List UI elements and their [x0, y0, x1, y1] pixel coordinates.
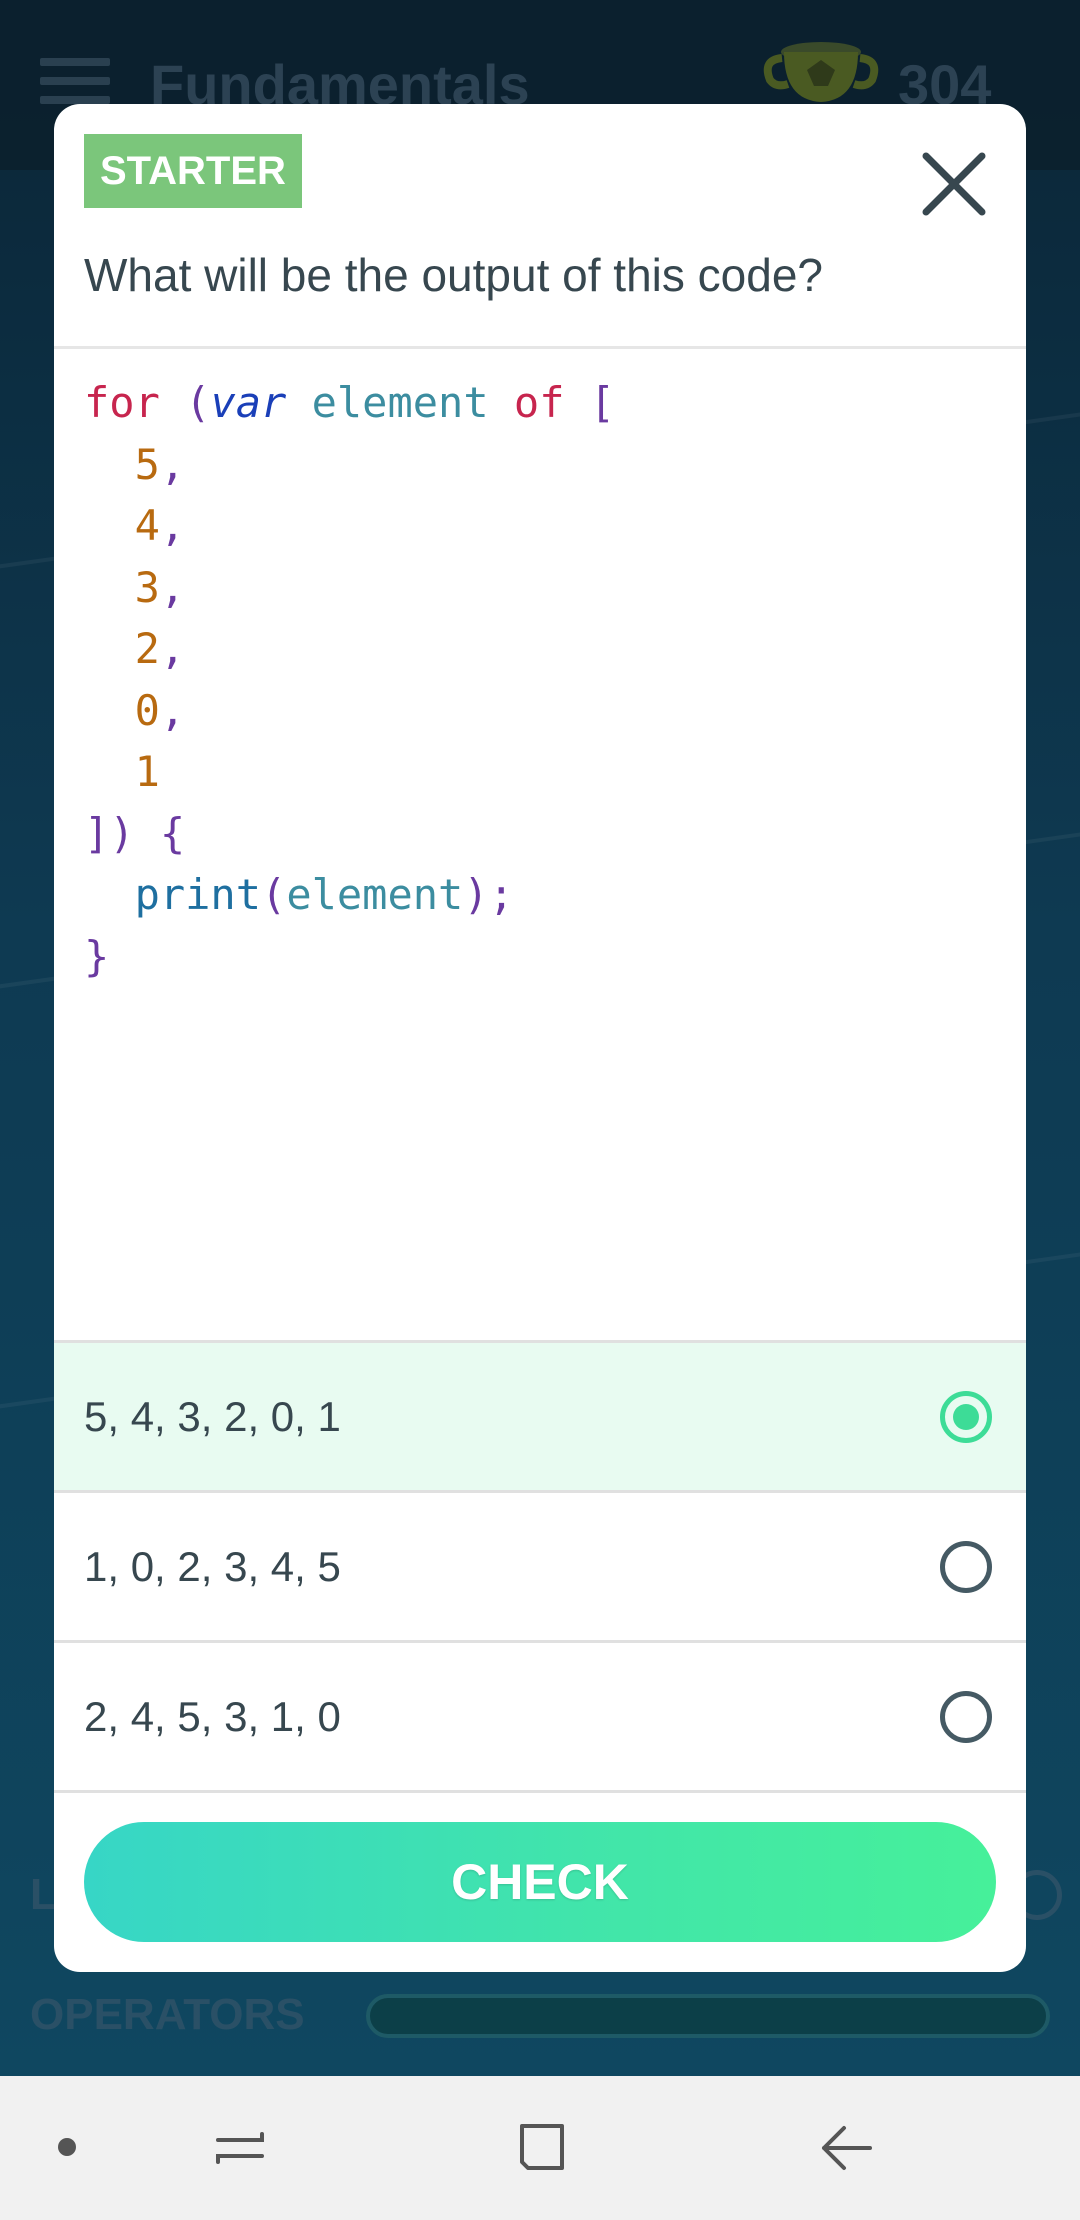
answer-label: 5, 4, 3, 2, 0, 1 [84, 1393, 341, 1440]
code-block: for (var element of [ 5, 4, 3, 2, 0, 1])… [84, 372, 615, 987]
code-line: ]) { [84, 808, 186, 858]
question-text: What will be the output of this code? [84, 249, 823, 301]
check-button[interactable]: CHECK [84, 1822, 996, 1942]
answer-option[interactable]: 2, 4, 5, 3, 1, 0 [54, 1640, 1026, 1790]
code-line: 2, [134, 624, 186, 673]
code-line: 3, [134, 562, 186, 612]
divider [54, 346, 1026, 349]
difficulty-badge: STARTER [84, 134, 302, 208]
home-icon[interactable] [512, 2118, 572, 2178]
nav-dot-icon [58, 2138, 76, 2156]
code-line: 0, [134, 685, 186, 735]
code-line: for (var element of [ [84, 378, 616, 427]
radio-selected-icon[interactable] [940, 1391, 992, 1443]
answer-options: 5, 4, 3, 2, 0, 1 1, 0, 2, 3, 4, 5 2, 4, … [54, 1340, 1026, 1790]
close-icon[interactable] [914, 144, 994, 224]
code-line: print(element); [134, 870, 514, 919]
code-line: 1 [134, 747, 160, 796]
answer-option[interactable]: 5, 4, 3, 2, 0, 1 [54, 1340, 1026, 1490]
section-progress-bar [366, 1994, 1050, 2038]
code-line: 5, [134, 439, 186, 489]
recent-apps-icon[interactable] [210, 2118, 270, 2178]
code-line: 4, [134, 501, 186, 550]
radio-icon[interactable] [940, 1541, 992, 1593]
quiz-modal: STARTER What will be the output of this … [54, 104, 1026, 1972]
answer-option[interactable]: 1, 0, 2, 3, 4, 5 [54, 1490, 1026, 1640]
hamburger-icon[interactable] [40, 58, 110, 108]
radio-icon[interactable] [940, 1691, 992, 1743]
answer-label: 1, 0, 2, 3, 4, 5 [84, 1543, 341, 1590]
lesson-label-partial: L [30, 1870, 57, 1919]
code-line: } [84, 931, 110, 981]
answer-label: 2, 4, 5, 3, 1, 0 [84, 1693, 341, 1740]
divider [54, 1790, 1026, 1793]
trophy-icon [763, 42, 879, 102]
back-icon[interactable] [816, 2118, 876, 2178]
section-label: OPERATORS [30, 1990, 305, 2039]
